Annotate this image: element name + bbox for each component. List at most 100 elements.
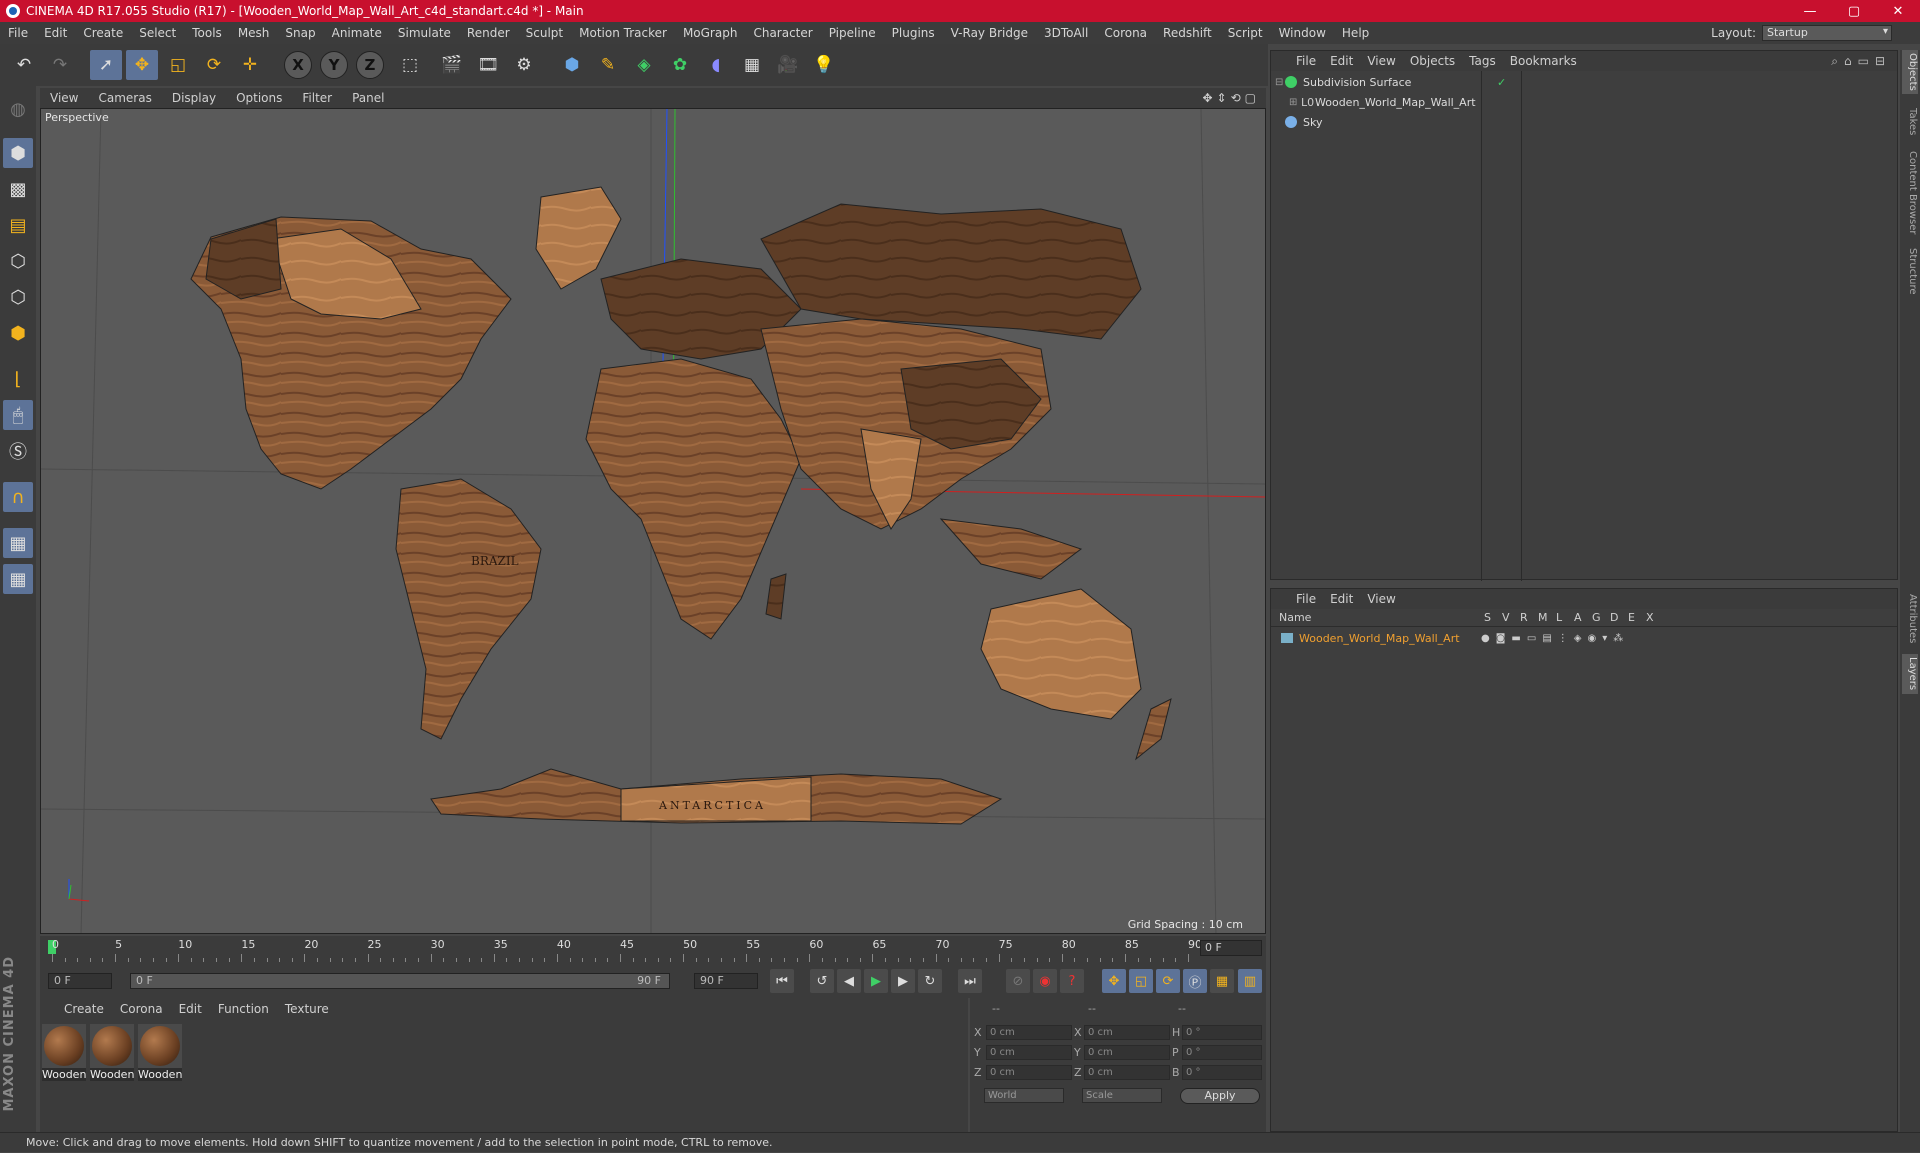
viewport-menu-panel[interactable]: Panel xyxy=(342,91,394,105)
next-key-icon[interactable]: ↻ xyxy=(918,969,942,993)
snap-icon[interactable]: Ⓢ xyxy=(3,436,33,466)
objects-menu-file[interactable]: File xyxy=(1289,54,1323,68)
object-manager-search-icons[interactable]: ⌕⌂▭⊟ xyxy=(1831,54,1897,69)
menu-redshift[interactable]: Redshift xyxy=(1155,26,1220,40)
menu-file[interactable]: File xyxy=(0,26,36,40)
tweak-mode-icon[interactable]: 🖱 xyxy=(3,400,33,430)
layout-select[interactable]: Startup xyxy=(1762,25,1892,41)
material-swatch[interactable]: Wooden xyxy=(138,1024,182,1081)
enabled-check-icon[interactable]: ✓ xyxy=(1497,76,1506,89)
close-button[interactable]: ✕ xyxy=(1876,4,1920,19)
menu-sculpt[interactable]: Sculpt xyxy=(518,26,571,40)
material-menu-create[interactable]: Create xyxy=(56,1002,112,1016)
workplane-mode-icon[interactable]: ▤ xyxy=(3,210,33,240)
object-row-sky[interactable]: Sky xyxy=(1285,113,1322,131)
key-scale-icon[interactable]: ◱ xyxy=(1129,969,1153,993)
end-frame-field[interactable]: 90 F xyxy=(694,973,758,989)
keyframe-selection-icon[interactable]: ? xyxy=(1060,969,1084,993)
timeline-window-icon[interactable]: ▥ xyxy=(1238,969,1262,993)
timeline-ruler[interactable]: 0 5 10 15 20 25 30 35 40 45 50 55 60 65 70 75 80 85 90 xyxy=(52,938,1202,962)
menu-render[interactable]: Render xyxy=(459,26,518,40)
live-selection-icon[interactable]: ✛ xyxy=(234,50,266,80)
coordinate-space-select[interactable]: World xyxy=(984,1088,1064,1103)
viewport-menu-display[interactable]: Display xyxy=(162,91,226,105)
material-menu-function[interactable]: Function xyxy=(210,1002,277,1016)
rotation-p-field[interactable]: 0 ° xyxy=(1182,1045,1262,1060)
menu-snap[interactable]: Snap xyxy=(277,26,323,40)
maximize-button[interactable]: ▢ xyxy=(1832,4,1876,19)
prev-frame-icon[interactable]: ◀ xyxy=(837,969,861,993)
object-row-subdivision-surface[interactable]: ⊟ Subdivision Surface ✓ xyxy=(1275,73,1506,91)
floor-scene-icon[interactable]: ▦ xyxy=(736,50,768,80)
start-frame-field[interactable]: 0 F xyxy=(48,973,112,989)
render-settings-icon[interactable]: ⚙ xyxy=(508,50,540,80)
material-swatch[interactable]: Wooden xyxy=(90,1024,134,1081)
subdivision-surface-icon[interactable]: ◈ xyxy=(628,50,660,80)
material-menu-texture[interactable]: Texture xyxy=(277,1002,337,1016)
workplane-lock-icon[interactable]: ▦ xyxy=(3,528,33,558)
objects-menu-view[interactable]: View xyxy=(1360,54,1402,68)
material-swatch[interactable]: Wooden xyxy=(42,1024,86,1081)
frame-range-slider[interactable]: 0 F 90 F xyxy=(130,973,670,989)
key-position-icon[interactable]: ✥ xyxy=(1102,969,1126,993)
layer-row[interactable]: Wooden_World_Map_Wall_Art ●◙▬▭▤⋮◈◉▾⁂ xyxy=(1281,629,1623,647)
mograph-cloner-icon[interactable]: ✿ xyxy=(664,50,696,80)
layer-toggle-icons[interactable]: ●◙▬▭▤⋮◈◉▾⁂ xyxy=(1481,633,1629,644)
menu-mesh[interactable]: Mesh xyxy=(230,26,278,40)
layers-menu-file[interactable]: File xyxy=(1289,592,1323,606)
position-x-field[interactable]: 0 cm xyxy=(986,1025,1072,1040)
menu-window[interactable]: Window xyxy=(1271,26,1334,40)
material-menu-edit[interactable]: Edit xyxy=(171,1002,210,1016)
x-axis-lock-button[interactable]: X xyxy=(284,51,312,79)
menu-vray-bridge[interactable]: V-Ray Bridge xyxy=(943,26,1036,40)
tab-layers[interactable]: Layers xyxy=(1902,654,1918,694)
menu-create[interactable]: Create xyxy=(75,26,131,40)
polygons-mode-icon[interactable]: ⬢ xyxy=(3,318,33,348)
objects-menu-tags[interactable]: Tags xyxy=(1462,54,1503,68)
object-row-world-map[interactable]: ⊞ L0 Wooden_World_Map_Wall_Art xyxy=(1289,93,1476,111)
texture-mode-icon[interactable]: ▩ xyxy=(3,174,33,204)
position-z-field[interactable]: 0 cm xyxy=(986,1065,1072,1080)
axis-mode-icon[interactable]: ⌊ xyxy=(3,364,33,394)
y-axis-lock-button[interactable]: Y xyxy=(320,51,348,79)
rotate-tool-icon[interactable]: ⟳ xyxy=(198,50,230,80)
objects-menu-edit[interactable]: Edit xyxy=(1323,54,1360,68)
menu-motion-tracker[interactable]: Motion Tracker xyxy=(571,26,675,40)
magnet-icon[interactable]: ∩ xyxy=(3,482,33,512)
rotation-h-field[interactable]: 0 ° xyxy=(1182,1025,1262,1040)
viewport-menu-filter[interactable]: Filter xyxy=(292,91,342,105)
tab-objects[interactable]: Objects xyxy=(1902,50,1918,94)
z-axis-lock-button[interactable]: Z xyxy=(356,51,384,79)
apply-button[interactable]: Apply xyxy=(1180,1088,1260,1104)
rotation-b-field[interactable]: 0 ° xyxy=(1182,1065,1262,1080)
render-picture-viewer-icon[interactable]: 🎞 xyxy=(472,50,504,80)
menu-animate[interactable]: Animate xyxy=(324,26,390,40)
menu-help[interactable]: Help xyxy=(1334,26,1377,40)
size-z-field[interactable]: 0 cm xyxy=(1084,1065,1170,1080)
points-mode-icon[interactable]: ⬡ xyxy=(3,246,33,276)
key-pla-icon[interactable]: ▦ xyxy=(1210,969,1234,993)
menu-mograph[interactable]: MoGraph xyxy=(675,26,746,40)
undo-icon[interactable]: ↶ xyxy=(8,50,40,80)
tab-takes[interactable]: Takes xyxy=(1902,102,1918,142)
menu-simulate[interactable]: Simulate xyxy=(390,26,459,40)
record-keys-icon[interactable]: ⊘ xyxy=(1006,969,1030,993)
go-to-start-icon[interactable]: ⏮ xyxy=(770,969,794,993)
layers-menu-edit[interactable]: Edit xyxy=(1323,592,1360,606)
viewport-menu-view[interactable]: View xyxy=(40,91,88,105)
material-menu-corona[interactable]: Corona xyxy=(112,1002,171,1016)
key-parameter-icon[interactable]: Ⓟ xyxy=(1183,969,1207,993)
perspective-viewport[interactable]: BRAZIL ANTARCTICA Perspective Grid Spaci… xyxy=(40,108,1266,934)
go-to-end-icon[interactable]: ⏭ xyxy=(958,969,982,993)
menu-3dtoall[interactable]: 3DToAll xyxy=(1036,26,1096,40)
viewport-menu-options[interactable]: Options xyxy=(226,91,292,105)
grid-snap-icon[interactable]: ▦ xyxy=(3,564,33,594)
objects-menu-bookmarks[interactable]: Bookmarks xyxy=(1503,54,1584,68)
spline-pen-icon[interactable]: ✎ xyxy=(592,50,624,80)
menu-plugins[interactable]: Plugins xyxy=(884,26,943,40)
tab-structure[interactable]: Structure xyxy=(1902,244,1918,298)
layer-color-swatch[interactable] xyxy=(1281,633,1293,643)
cube-primitive-icon[interactable]: ⬢ xyxy=(556,50,588,80)
key-rotation-icon[interactable]: ⟳ xyxy=(1156,969,1180,993)
current-frame-field[interactable]: 0 F xyxy=(1200,940,1262,956)
